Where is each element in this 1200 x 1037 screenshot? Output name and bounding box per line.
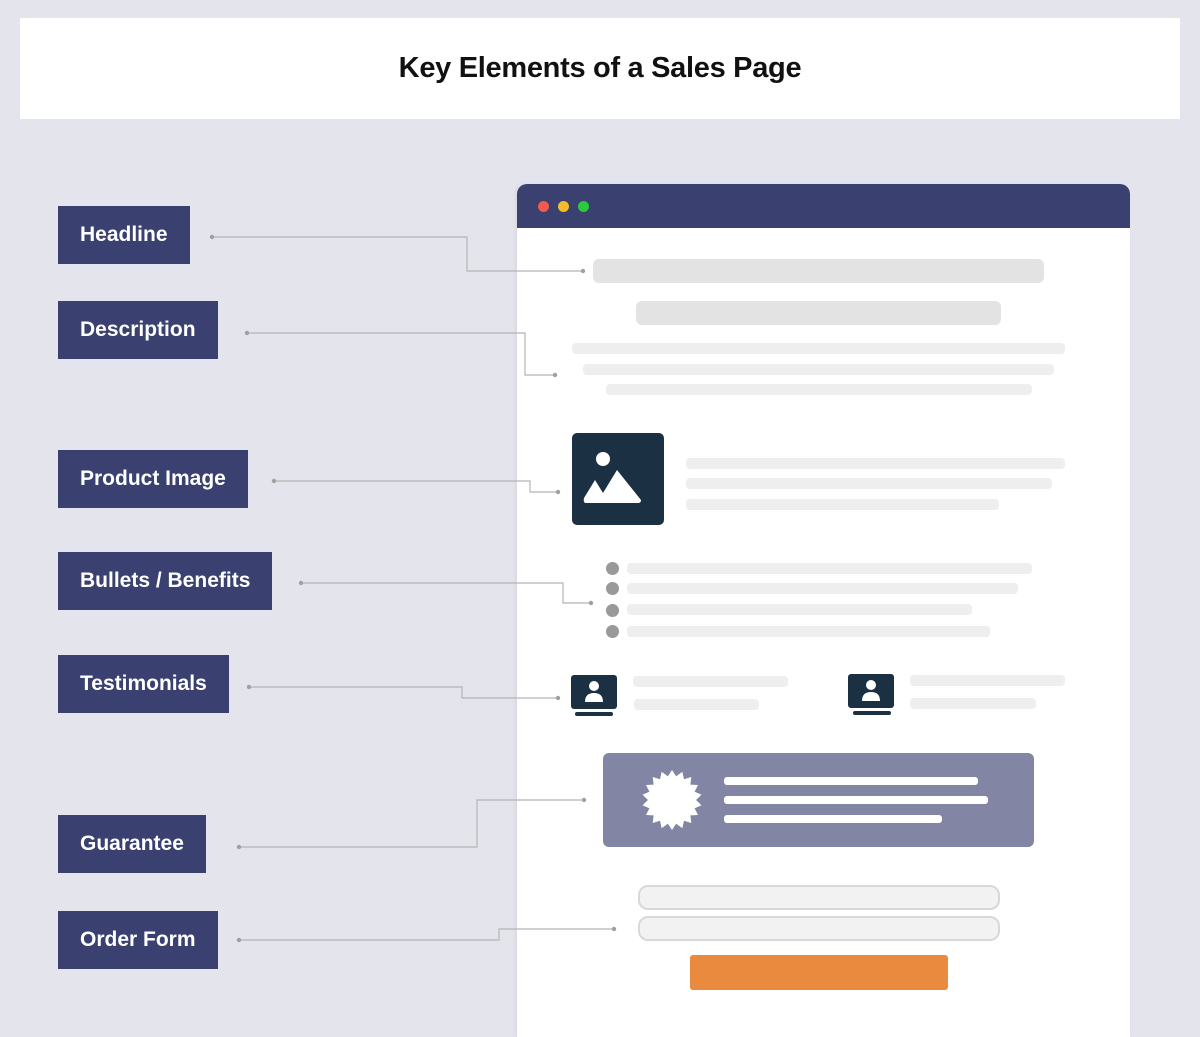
bullet-dot-icon xyxy=(606,582,619,595)
testimonial-text-line xyxy=(910,698,1036,709)
browser-window-mockup xyxy=(517,184,1130,1037)
title-bar: Key Elements of a Sales Page xyxy=(20,18,1180,119)
testimonial-avatar-icon xyxy=(571,675,617,709)
headline-placeholder xyxy=(593,259,1044,283)
bullet-text-line xyxy=(627,626,990,637)
connector-product-image xyxy=(274,480,558,493)
maximize-dot-icon xyxy=(578,201,589,212)
bullet-dot-icon xyxy=(606,562,619,575)
label-product-image: Product Image xyxy=(58,450,248,508)
testimonial-avatar-icon xyxy=(848,674,894,708)
close-dot-icon xyxy=(538,201,549,212)
avatar-base xyxy=(575,712,613,716)
product-text-line xyxy=(686,499,999,510)
label-text: Bullets / Benefits xyxy=(80,569,251,592)
guarantee-text-line xyxy=(724,815,942,823)
description-line xyxy=(583,364,1054,375)
testimonial-text-line xyxy=(634,699,759,710)
bullet-text-line xyxy=(627,583,1018,594)
label-text: Guarantee xyxy=(80,832,184,855)
image-icon xyxy=(583,452,641,503)
order-button[interactable] xyxy=(690,955,948,990)
connector-dot xyxy=(236,844,242,850)
page-title: Key Elements of a Sales Page xyxy=(398,52,802,84)
description-line xyxy=(606,384,1032,395)
label-guarantee: Guarantee xyxy=(58,815,206,873)
bullet-text-line xyxy=(627,563,1032,574)
connector-dot xyxy=(244,330,250,336)
label-text: Order Form xyxy=(80,928,196,951)
guarantee-text-line xyxy=(724,796,988,804)
label-text: Description xyxy=(80,318,196,341)
description-line xyxy=(572,343,1065,354)
avatar-base xyxy=(853,711,891,715)
order-form-field[interactable] xyxy=(638,885,1000,910)
label-testimonials: Testimonials xyxy=(58,655,229,713)
guarantee-text-line xyxy=(724,777,978,785)
connector-description xyxy=(247,332,555,376)
badge-seal-icon xyxy=(642,770,702,830)
minimize-dot-icon xyxy=(558,201,569,212)
product-text-line xyxy=(686,458,1065,469)
bullet-text-line xyxy=(627,604,972,615)
product-image-placeholder xyxy=(572,433,664,525)
connector-dot xyxy=(298,580,304,586)
product-text-line xyxy=(686,478,1052,489)
connector-testimonials xyxy=(249,686,558,699)
label-text: Testimonials xyxy=(80,672,207,695)
label-bullets-benefits: Bullets / Benefits xyxy=(58,552,273,610)
testimonial-text-line xyxy=(910,675,1065,686)
connector-dot xyxy=(246,684,252,690)
testimonial-text-line xyxy=(633,676,788,687)
subheadline-placeholder xyxy=(636,301,1001,325)
connector-dot xyxy=(236,937,242,943)
label-headline: Headline xyxy=(58,206,190,264)
order-form-field[interactable] xyxy=(638,916,1000,941)
connector-dot xyxy=(209,234,215,240)
label-text: Headline xyxy=(80,223,168,246)
browser-title-bar xyxy=(517,184,1130,228)
connector-dot xyxy=(271,478,277,484)
bullet-dot-icon xyxy=(606,604,619,617)
bullet-dot-icon xyxy=(606,625,619,638)
label-order-form: Order Form xyxy=(58,911,218,969)
label-description: Description xyxy=(58,301,218,359)
label-text: Product Image xyxy=(80,467,226,490)
guarantee-box xyxy=(603,753,1034,847)
